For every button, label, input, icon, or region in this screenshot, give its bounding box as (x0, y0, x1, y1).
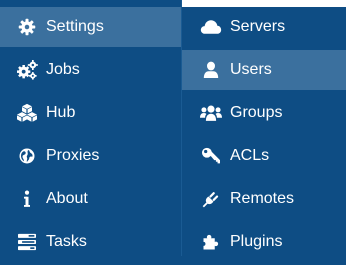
right-menu-column: Servers Users Groups ACLs Remotes Plugin… (182, 7, 346, 265)
gear-icon (16, 16, 38, 38)
puzzle-piece-icon (200, 231, 222, 253)
menu-item-remotes[interactable]: Remotes (182, 179, 346, 219)
menu-item-label: About (46, 190, 88, 207)
menu-item-label: Jobs (46, 61, 80, 78)
menu-item-label: Proxies (46, 147, 100, 164)
top-strip (182, 0, 346, 7)
gears-icon (16, 59, 38, 81)
menu-item-proxies[interactable]: Proxies (0, 136, 181, 176)
tasks-icon (16, 231, 38, 253)
user-icon (200, 59, 222, 81)
menu-item-label: Remotes (230, 190, 295, 207)
menu-item-settings[interactable]: Settings (0, 7, 181, 47)
key-icon (200, 145, 222, 167)
menu-item-servers[interactable]: Servers (182, 7, 346, 47)
menu-item-hub[interactable]: Hub (0, 93, 181, 133)
users-group-icon (200, 102, 222, 124)
menu-item-tasks[interactable]: Tasks (0, 222, 181, 262)
menu-item-label: Settings (46, 18, 104, 35)
menu-item-label: Users (230, 61, 272, 78)
menu-item-users[interactable]: Users (182, 50, 346, 90)
menu-item-label: Servers (230, 18, 286, 35)
menu-item-about[interactable]: About (0, 179, 181, 219)
globe-icon (16, 145, 38, 167)
menu-item-acls[interactable]: ACLs (182, 136, 346, 176)
menu-item-jobs[interactable]: Jobs (0, 50, 181, 90)
cubes-icon (16, 102, 38, 124)
menu-item-groups[interactable]: Groups (182, 93, 346, 133)
menu-item-label: Tasks (46, 233, 87, 250)
info-icon (16, 188, 38, 210)
menu-item-label: Plugins (230, 233, 283, 250)
menu-item-label: Hub (46, 104, 76, 121)
plug-icon (200, 188, 222, 210)
left-menu-column: Settings Jobs Hub Proxies About Tasks (0, 7, 181, 265)
menu-item-label: Groups (230, 104, 283, 121)
menu-item-label: ACLs (230, 147, 270, 164)
cloud-icon (200, 16, 222, 38)
settings-menu: Settings Jobs Hub Proxies About Tasks Se… (0, 0, 346, 256)
menu-item-plugins[interactable]: Plugins (182, 222, 346, 262)
